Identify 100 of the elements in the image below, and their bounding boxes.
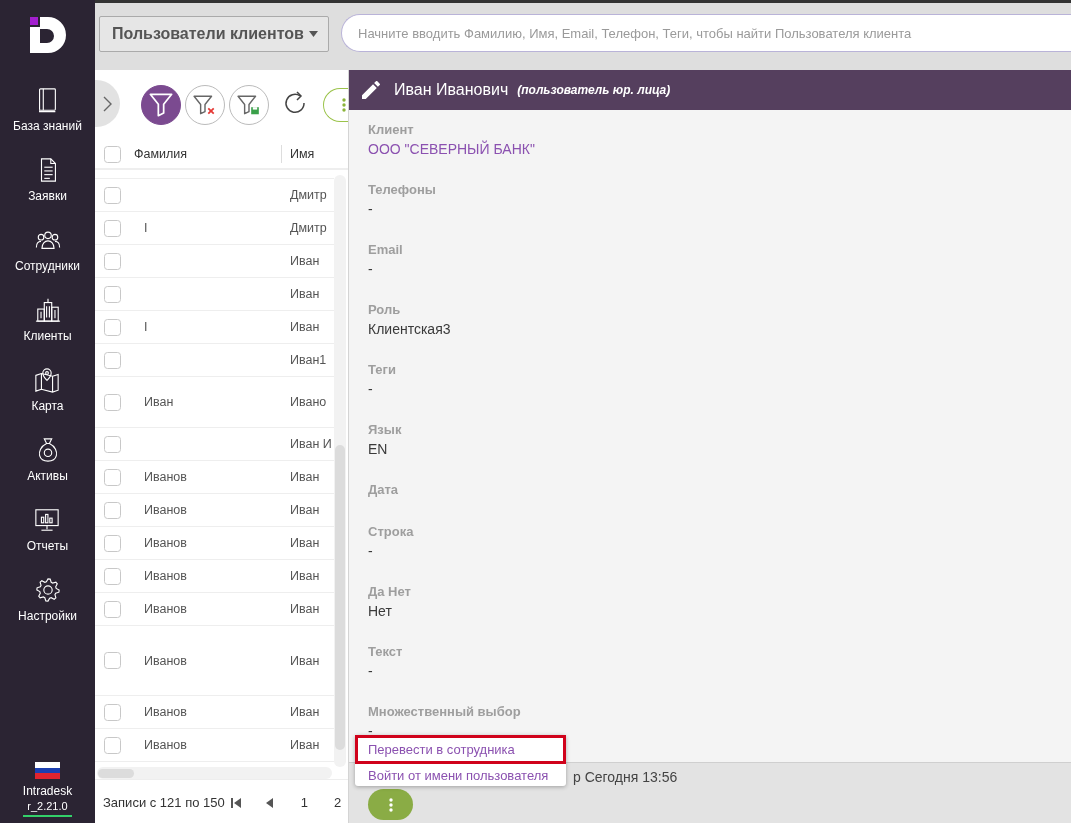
field-value: Клиентская3 [368, 320, 451, 338]
first-page-icon[interactable] [230, 797, 241, 808]
table-cell: Иван [290, 536, 320, 550]
table-cell: Иванов [144, 536, 187, 550]
collapse-button[interactable] [95, 80, 120, 127]
field-label: Да Нет [368, 583, 411, 601]
checkbox[interactable] [104, 567, 121, 585]
field-label: Email [368, 241, 403, 259]
field-label: Клиент [368, 121, 414, 139]
table-cell: Иван [290, 470, 320, 484]
nav-item[interactable]: Отчеты [26, 507, 69, 577]
version-label: r_2.21.0 [23, 799, 72, 817]
search-field[interactable]: Начните вводить Фамилию, Имя, Email, Телефон, Теги, чтобы найти Пользователя клиента [341, 14, 1071, 52]
menu-item[interactable]: Войти от имени пользователя [355, 764, 566, 786]
table-cell: Ивано [290, 395, 327, 409]
field-value: - [368, 200, 373, 218]
table-cell: I [144, 221, 148, 235]
checkbox[interactable] [104, 318, 121, 336]
table-cell: Иван [290, 653, 320, 668]
prev-page-icon[interactable] [264, 797, 275, 808]
detail-title: Иван Иванович [394, 81, 509, 99]
nav-item[interactable]: Клиенты [23, 297, 72, 367]
checkbox[interactable] [104, 219, 121, 237]
field-value: EN [368, 440, 388, 458]
filter-button[interactable] [185, 85, 225, 125]
nav-item[interactable]: Заявки [28, 157, 67, 227]
field-label: Строка [368, 523, 414, 541]
table-cell: Иванов [144, 470, 187, 484]
caret-icon [309, 31, 318, 37]
checkbox[interactable] [104, 435, 121, 453]
column-header[interactable]: Фамилия [134, 147, 281, 161]
status-text: р Сегодня 13:56 [573, 768, 678, 787]
table-cell: Дмитр [290, 188, 327, 202]
table-cell: I [144, 320, 148, 334]
checkbox[interactable] [104, 703, 121, 721]
more-button[interactable] [323, 88, 348, 122]
scrollbar-thumb[interactable] [335, 445, 345, 750]
nav-item[interactable]: Карта [31, 367, 64, 437]
table-cell: Дмитр [290, 221, 327, 235]
checkbox[interactable] [104, 186, 121, 204]
scrollbar-thumb[interactable] [98, 768, 134, 778]
table-cell: Иван [290, 705, 320, 719]
nav-item[interactable]: Активы [27, 437, 68, 507]
buildings-icon [34, 297, 61, 323]
logo-icon[interactable] [29, 17, 66, 53]
page-button[interactable]: 1 [300, 795, 308, 810]
checkbox[interactable] [104, 600, 121, 618]
detail-subtitle: (пользователь юр. лица) [517, 83, 671, 97]
table-cell: Иван [290, 254, 320, 268]
checkbox[interactable] [104, 736, 121, 754]
field-label: Роль [368, 301, 401, 319]
nav-item[interactable]: Настройки [18, 577, 77, 647]
field-value: - [368, 380, 373, 398]
table-cell: Иванов [144, 738, 187, 752]
edit-icon[interactable] [362, 81, 380, 99]
menu-item[interactable]: Перевести в сотрудника [355, 735, 566, 764]
column-header[interactable]: Имя [281, 145, 315, 163]
field-value: - [368, 662, 373, 680]
checkbox[interactable] [104, 285, 121, 303]
table-cell: Иван [290, 738, 320, 752]
table-cell: Иван И [290, 437, 332, 451]
field-link[interactable]: ООО "СЕВЕРНЫЙ БАНК" [368, 140, 535, 158]
table-cell: Иванов [144, 602, 187, 616]
checkbox[interactable] [104, 252, 121, 270]
checkbox[interactable] [104, 145, 121, 163]
checkbox[interactable] [104, 393, 121, 411]
field-label: Теги [368, 361, 396, 379]
filter-button[interactable] [229, 85, 269, 125]
checkbox[interactable] [104, 501, 121, 519]
actions-button[interactable] [368, 789, 413, 820]
field-value: Нет [368, 602, 392, 620]
field-label: Текст [368, 643, 403, 661]
table-cell: Иванов [144, 503, 187, 517]
field-label: Телефоны [368, 181, 436, 199]
checkbox[interactable] [104, 351, 121, 369]
settings-icon [34, 577, 61, 603]
table-cell: Иванов [144, 653, 187, 668]
kebab-icon [342, 98, 346, 112]
checkbox[interactable] [104, 652, 121, 669]
nav-item[interactable]: База знаний [13, 87, 82, 157]
field-value: - [368, 542, 373, 560]
filter-icon [149, 93, 173, 117]
section-dropdown[interactable]: Пользователи клиентов [99, 16, 329, 52]
nav-item[interactable]: Сотрудники [15, 227, 80, 297]
map-pin-icon [34, 367, 61, 393]
filter-button[interactable] [141, 85, 181, 125]
table-cell: Иван [144, 395, 174, 409]
table-cell: Иван [290, 602, 320, 616]
company-name: Intradesk [22, 783, 73, 799]
flag-icon[interactable] [35, 762, 60, 779]
filter-save-icon [237, 93, 261, 117]
table-cell: Иван [290, 287, 320, 301]
table-cell: Иванов [144, 705, 187, 719]
checkbox[interactable] [104, 468, 121, 486]
table-cell: Иванов [144, 569, 187, 583]
chevron-right-icon [103, 95, 112, 112]
page-button[interactable]: 2 [334, 795, 342, 810]
checkbox[interactable] [104, 534, 121, 552]
table-cell: Иван [290, 503, 320, 517]
field-value: - [368, 260, 373, 278]
